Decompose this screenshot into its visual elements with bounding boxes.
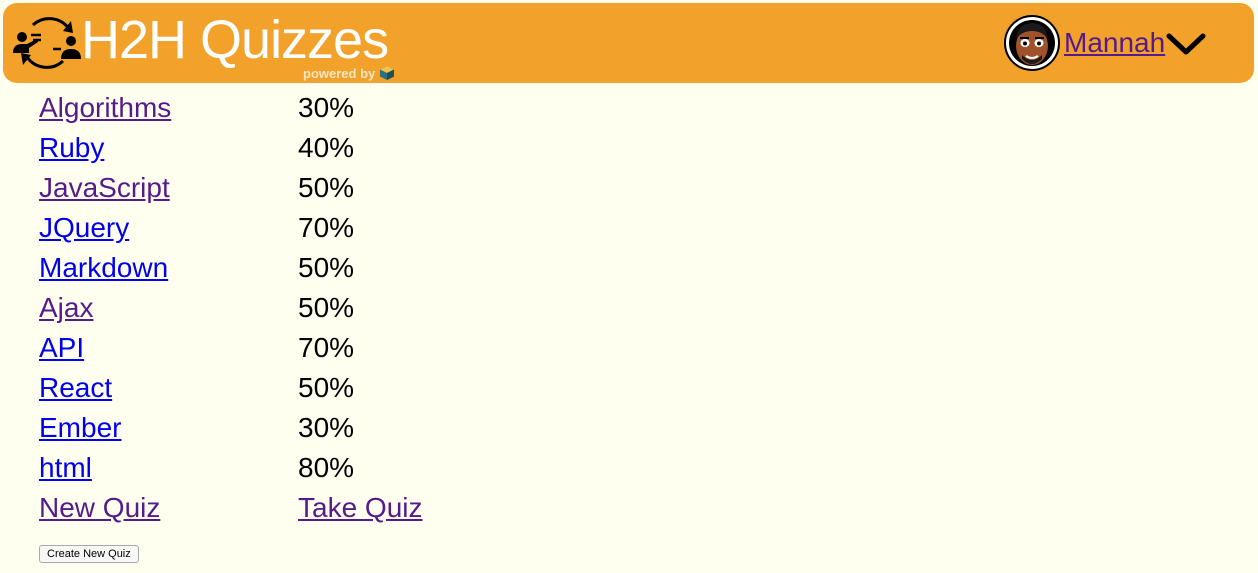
quiz-score: 70% (298, 212, 355, 243)
quiz-link[interactable]: html (39, 452, 92, 483)
take-quiz-link[interactable]: Take Quiz (298, 492, 423, 523)
quiz-row: JavaScript 50% (39, 168, 423, 208)
quiz-score: 50% (298, 172, 355, 203)
quiz-score: 70% (298, 332, 355, 363)
quiz-score: 40% (298, 132, 355, 163)
user-avatar[interactable] (1004, 15, 1060, 71)
user-menu[interactable]: Mannah (1004, 13, 1207, 73)
app-title: H2H Quizzes (81, 10, 389, 70)
quiz-score: 30% (298, 412, 355, 443)
chevron-down-icon[interactable] (1165, 28, 1207, 58)
quiz-row: html 80% (39, 448, 423, 488)
quiz-link[interactable]: JavaScript (39, 172, 170, 203)
quiz-link[interactable]: React (39, 372, 112, 403)
quiz-score: 50% (298, 372, 355, 403)
powered-by-badge: powered by (303, 64, 395, 82)
quiz-row: Ember 30% (39, 408, 423, 448)
app-header: H2H Quizzes powered by Mannah (3, 3, 1254, 83)
quiz-row: Algorithms 30% (39, 88, 423, 128)
create-new-quiz-button[interactable]: Create New Quiz (39, 545, 139, 563)
quiz-row: React 50% (39, 368, 423, 408)
quiz-link[interactable]: Markdown (39, 252, 168, 283)
quiz-row: Markdown 50% (39, 248, 423, 288)
quiz-score: 80% (298, 452, 355, 483)
quiz-link[interactable]: API (39, 332, 84, 363)
quiz-link[interactable]: Algorithms (39, 92, 171, 123)
new-quiz-link[interactable]: New Quiz (39, 492, 160, 523)
head-to-head-logo-icon (13, 17, 81, 69)
quiz-row: JQuery 70% (39, 208, 423, 248)
quiz-row: API 70% (39, 328, 423, 368)
quiz-row: Ruby 40% (39, 128, 423, 168)
actions-row: New Quiz Take Quiz (39, 488, 423, 528)
quiz-score: 50% (298, 252, 355, 283)
quiz-link[interactable]: Ajax (39, 292, 93, 323)
cube-icon (380, 66, 395, 80)
quiz-link[interactable]: Ember (39, 412, 121, 443)
user-name-link[interactable]: Mannah (1064, 27, 1165, 59)
quiz-link[interactable]: Ruby (39, 132, 104, 163)
quiz-row: Ajax 50% (39, 288, 423, 328)
powered-by-text: powered by (303, 65, 376, 81)
quiz-link[interactable]: JQuery (39, 212, 129, 243)
quiz-score: 50% (298, 292, 355, 323)
quiz-list: Algorithms 30% Ruby 40% JavaScript 50% J… (39, 88, 423, 528)
quiz-score: 30% (298, 92, 355, 123)
